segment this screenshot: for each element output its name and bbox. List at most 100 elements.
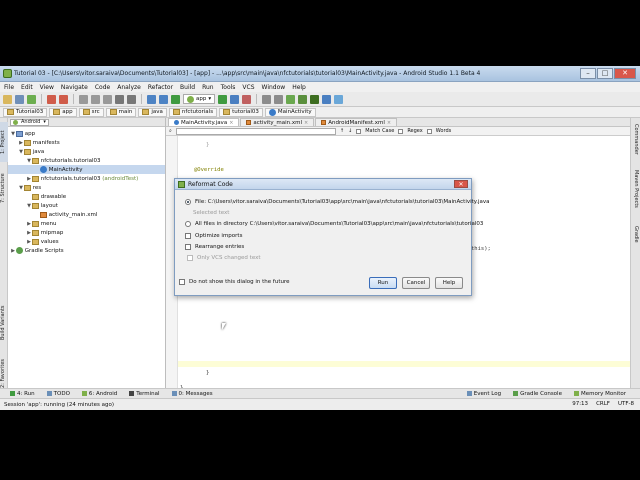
menu-analyze[interactable]: Analyze [117, 84, 141, 91]
breadcrumb-item[interactable]: java [138, 107, 167, 117]
find-input[interactable] [175, 127, 336, 135]
sync-icon[interactable] [27, 94, 36, 104]
project-view-select[interactable]: Android ▾ [10, 118, 49, 126]
menu-refactor[interactable]: Refactor [148, 84, 173, 91]
find-icon[interactable] [115, 94, 124, 104]
cut-icon[interactable] [79, 94, 88, 104]
breadcrumb-item[interactable]: MainActivity [264, 107, 316, 117]
dialog-close-button[interactable]: ✕ [454, 180, 468, 188]
tool-tab-favorites[interactable]: 2: Favorites [0, 353, 8, 393]
radio-directory[interactable] [185, 221, 191, 227]
tool-tab-gradle[interactable]: Gradle [631, 226, 639, 256]
menu-build[interactable]: Build [180, 84, 195, 91]
match-case-checkbox[interactable] [356, 128, 362, 134]
forward-icon[interactable] [159, 94, 168, 104]
tree-item-package[interactable]: ▼ nfctutorials.tutorial03 [8, 156, 165, 165]
back-icon[interactable] [147, 94, 156, 104]
rearrange-entries-option[interactable]: Rearrange entries [185, 244, 244, 250]
find-prev-icon[interactable]: ↑ [340, 128, 344, 134]
editor-tab-mainactivity[interactable]: MainActivity.java × [168, 118, 240, 126]
caret-position[interactable]: 97:13 [572, 401, 588, 407]
close-tab-icon[interactable]: × [304, 120, 308, 126]
breadcrumb-item[interactable]: main [105, 107, 137, 117]
run-icon[interactable] [218, 94, 228, 104]
help-button[interactable]: Help [435, 277, 463, 289]
tree-item-package-androidtest[interactable]: ▶ nfctutorials.tutorial03 (androidTest) [8, 174, 165, 183]
tool-tab-run[interactable]: 4: Run [10, 391, 35, 397]
tool-tab-gradle-console[interactable]: Gradle Console [513, 391, 562, 397]
minimize-button[interactable]: – [580, 68, 596, 79]
tool-tab-structure[interactable]: 7: Structure [0, 168, 8, 208]
menu-tools[interactable]: Tools [221, 84, 236, 91]
menu-file[interactable]: File [4, 84, 14, 91]
breadcrumb-item[interactable]: nfctutorials [168, 107, 218, 117]
radio-file[interactable] [185, 199, 191, 205]
tree-item-values[interactable]: ▶ values [8, 237, 165, 246]
menu-navigate[interactable]: Navigate [61, 84, 88, 91]
file-encoding[interactable]: UTF-8 [618, 401, 634, 407]
project-structure-icon[interactable] [274, 94, 284, 104]
attach-debugger-icon[interactable] [242, 94, 252, 104]
cancel-button[interactable]: Cancel [402, 277, 430, 289]
tool-tab-commander[interactable]: Commander [631, 124, 639, 164]
copy-icon[interactable] [91, 94, 100, 104]
tree-item-gradle-scripts[interactable]: ▶ Gradle Scripts [8, 246, 165, 255]
menu-help[interactable]: Help [292, 84, 306, 91]
help-icon[interactable] [334, 94, 344, 104]
option-directory[interactable]: All files in directory C:\Users\vitor.sa… [185, 221, 483, 227]
dont-show-option[interactable]: Do not show this dialog in the future [179, 279, 290, 285]
words-checkbox[interactable] [426, 128, 432, 134]
tree-item-menu[interactable]: ▶ menu [8, 219, 165, 228]
breadcrumb-item[interactable]: app [49, 107, 77, 117]
editor-tab-activity-main[interactable]: activity_main.xml × [240, 118, 315, 126]
editor-tab-manifest[interactable]: AndroidManifest.xml × [315, 118, 398, 126]
optimize-imports-option[interactable]: Optimize imports [185, 233, 242, 239]
tool-tab-android[interactable]: 6: Android [81, 391, 117, 397]
debug-icon[interactable] [230, 94, 240, 104]
menu-view[interactable]: View [40, 84, 54, 91]
menu-edit[interactable]: Edit [21, 84, 33, 91]
breadcrumb-item[interactable]: tutorial03 [219, 107, 263, 117]
maximize-button[interactable]: □ [597, 68, 613, 79]
tool-tab-project[interactable]: 1: Project [0, 122, 8, 162]
sync-gradle-icon[interactable] [286, 94, 296, 104]
tree-item-mainactivity[interactable]: MainActivity [8, 165, 165, 174]
rearrange-entries-checkbox[interactable] [185, 244, 191, 250]
avd-manager-icon[interactable] [298, 94, 308, 104]
undo-icon[interactable] [47, 94, 56, 104]
line-separator[interactable]: CRLF [596, 401, 610, 407]
tree-item-app[interactable]: ▼ app [8, 129, 165, 138]
run-button[interactable]: Run [369, 277, 397, 289]
regex-checkbox[interactable] [398, 128, 404, 134]
tool-tab-event-log[interactable]: Event Log [466, 391, 501, 397]
tool-tab-maven[interactable]: Maven Projects [631, 170, 639, 220]
breadcrumb-item[interactable]: src [78, 107, 104, 117]
menu-vcs[interactable]: VCS [242, 84, 254, 91]
tree-item-manifests[interactable]: ▶ manifests [8, 138, 165, 147]
tree-item-res[interactable]: ▼ res [8, 183, 165, 192]
tree-item-activity-main-xml[interactable]: activity_main.xml [8, 210, 165, 219]
open-folder-icon[interactable] [3, 94, 12, 104]
paste-icon[interactable] [103, 94, 112, 104]
option-file[interactable]: File: C:\Users\vitor.saraiva\Documents\T… [185, 199, 490, 205]
menu-run[interactable]: Run [202, 84, 214, 91]
tool-tab-terminal[interactable]: Terminal [129, 391, 160, 397]
tool-tab-memory-monitor[interactable]: Memory Monitor [573, 391, 626, 397]
tree-item-drawable[interactable]: drawable [8, 192, 165, 201]
save-icon[interactable] [15, 94, 24, 104]
sdk-manager-icon[interactable] [310, 94, 320, 104]
tool-tab-todo[interactable]: TODO [46, 391, 70, 397]
redo-icon[interactable] [59, 94, 68, 104]
breadcrumb-item[interactable]: Tutorial03 [3, 107, 48, 117]
make-project-icon[interactable] [171, 94, 180, 104]
tree-item-java[interactable]: ▼ java [8, 147, 165, 156]
tool-tab-messages[interactable]: 0: Messages [171, 391, 213, 397]
tree-item-mipmap[interactable]: ▶ mipmap [8, 228, 165, 237]
close-tab-icon[interactable]: × [229, 120, 233, 126]
close-tab-icon[interactable]: × [387, 120, 391, 126]
menu-window[interactable]: Window [262, 84, 286, 91]
dont-show-checkbox[interactable] [179, 279, 185, 285]
replace-icon[interactable] [127, 94, 136, 104]
close-window-button[interactable]: ✕ [614, 68, 636, 79]
tree-item-layout[interactable]: ▼ layout [8, 201, 165, 210]
